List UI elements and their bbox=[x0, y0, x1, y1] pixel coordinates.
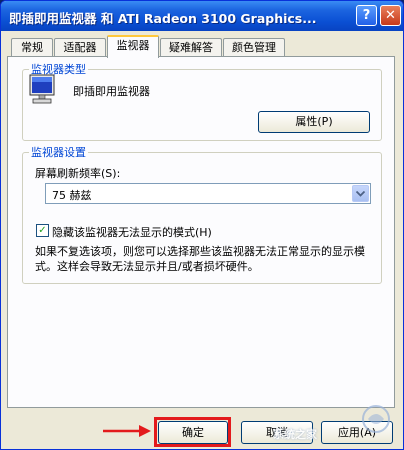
checkmark-icon: ✓ bbox=[38, 225, 47, 236]
red-arrow-icon bbox=[103, 425, 151, 437]
window-title: 即插即用监视器 和 ATI Radeon 3100 Graphics... bbox=[9, 11, 317, 26]
refresh-rate-value: 75 赫兹 bbox=[52, 189, 92, 202]
help-button[interactable]: ? bbox=[356, 5, 377, 26]
watermark-text: 系统之家 bbox=[273, 428, 317, 441]
title-bar[interactable]: 即插即用监视器 和 ATI Radeon 3100 Graphics... ? … bbox=[1, 1, 403, 31]
tab-troubleshoot[interactable]: 疑难解答 bbox=[160, 38, 222, 57]
tab-monitor[interactable]: 监视器 bbox=[107, 35, 159, 58]
refresh-rate-select[interactable]: 75 赫兹 bbox=[45, 183, 371, 204]
dropdown-arrow-button[interactable] bbox=[352, 185, 369, 202]
properties-button[interactable]: 属性(P) bbox=[258, 111, 370, 133]
display-properties-window: 即插即用监视器 和 ATI Radeon 3100 Graphics... ? … bbox=[0, 0, 404, 450]
close-button[interactable]: ✕ bbox=[380, 5, 401, 26]
monitor-name: 即插即用监视器 bbox=[73, 85, 150, 98]
tab-bar: 常规 适配器 监视器 疑难解答 颜色管理 bbox=[7, 35, 399, 58]
refresh-rate-label: 屏幕刷新频率(S): bbox=[35, 167, 121, 180]
monitor-icon bbox=[29, 74, 55, 104]
monitor-settings-legend: 监视器设置 bbox=[31, 146, 86, 159]
tab-general[interactable]: 常规 bbox=[11, 38, 53, 57]
tab-color-management[interactable]: 颜色管理 bbox=[223, 38, 285, 57]
ok-button[interactable]: 确定 bbox=[158, 421, 228, 444]
chevron-down-icon bbox=[356, 190, 365, 197]
hide-modes-checkbox[interactable]: ✓ bbox=[36, 224, 49, 237]
warning-help-text: 如果不复选该项，则您可以选择那些该监视器无法正常显示的显示模式。这样会导致无法显… bbox=[35, 245, 365, 273]
hide-modes-label[interactable]: 隐藏该监视器无法显示的模式(H) bbox=[52, 224, 212, 240]
watermark-logo bbox=[362, 405, 390, 433]
tab-adapter[interactable]: 适配器 bbox=[54, 38, 106, 57]
